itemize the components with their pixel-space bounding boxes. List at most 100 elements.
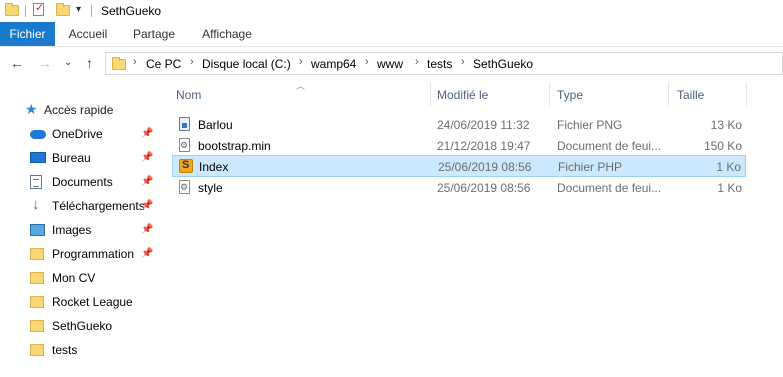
ribbon: Fichier Accueil Partage Affichage: [0, 22, 783, 47]
documents-icon: [30, 175, 42, 190]
pin-icon: 📌: [141, 200, 154, 211]
chevron-right-icon[interactable]: ›: [415, 56, 419, 68]
file-size: 150 Ko: [703, 139, 742, 153]
nav-item-tests[interactable]: tests: [26, 339, 156, 361]
folder-icon: [30, 344, 44, 356]
chevron-right-icon[interactable]: ›: [133, 56, 137, 68]
css-file-icon: [179, 138, 190, 152]
breadcrumb-sethgueko[interactable]: SethGueko: [473, 57, 533, 71]
nav-item-label: Bureau: [52, 151, 91, 165]
file-type: Document de feui...: [557, 139, 662, 153]
download-icon: ↓: [32, 196, 40, 213]
forward-arrow-icon[interactable]: →: [38, 55, 52, 71]
php-file-icon: [179, 159, 193, 173]
file-type: Fichier PHP: [558, 160, 623, 174]
folder-icon: [30, 272, 44, 284]
pin-icon: 📌: [141, 248, 154, 259]
properties-icon[interactable]: [33, 1, 44, 16]
file-modified: 25/06/2019 08:56: [437, 181, 531, 195]
breadcrumb-www[interactable]: www: [377, 57, 403, 71]
file-modified: 25/06/2019 08:56: [438, 160, 532, 174]
folder-icon: [5, 3, 19, 16]
pin-icon: 📌: [141, 152, 154, 163]
file-size: 1 Ko: [716, 160, 741, 174]
nav-item-rocket-league[interactable]: Rocket League: [26, 291, 156, 313]
file-type: Fichier PNG: [557, 118, 623, 132]
chevron-right-icon[interactable]: ›: [365, 56, 369, 68]
column-header-name[interactable]: Nom: [172, 82, 430, 106]
breadcrumb-wamp64[interactable]: wamp64: [311, 57, 356, 71]
css-file-icon: [179, 180, 190, 194]
folder-icon: [30, 248, 44, 260]
file-modified: 24/06/2019 11:32: [437, 118, 530, 132]
back-arrow-icon[interactable]: ←: [10, 55, 24, 71]
star-icon: ★: [25, 101, 38, 117]
nav-item-label: Rocket League: [52, 295, 133, 309]
file-row-bootstrap-min[interactable]: bootstrap.min 21/12/2018 19:47 Document …: [172, 135, 746, 156]
file-name: Index: [199, 160, 229, 174]
recent-chevron-icon[interactable]: ⌄: [64, 57, 72, 68]
tab-accueil[interactable]: Accueil: [58, 22, 118, 46]
chevron-down-icon[interactable]: ▾: [76, 4, 81, 15]
column-header-label: Modifié le: [437, 88, 489, 102]
nav-item-telechargements[interactable]: ↓ Téléchargements 📌: [26, 195, 156, 217]
nav-item-sethgueko[interactable]: SethGueko: [26, 315, 156, 337]
nav-item-programmation[interactable]: Programmation 📌: [26, 243, 156, 265]
new-folder-icon[interactable]: [56, 3, 70, 16]
nav-item-label: Programmation: [52, 247, 135, 261]
pin-icon: 📌: [141, 176, 154, 187]
folder-icon: [30, 320, 44, 332]
nav-item-label: tests: [52, 343, 78, 357]
onedrive-icon: [30, 128, 46, 139]
nav-item-documents[interactable]: Documents 📌: [26, 171, 156, 193]
divider: [25, 5, 26, 17]
breadcrumb-tests[interactable]: tests: [427, 57, 452, 71]
nav-item-label: SethGueko: [52, 319, 113, 333]
nav-item-images[interactable]: Images 📌: [26, 219, 156, 241]
address-bar[interactable]: › Ce PC › Disque local (C:) › wamp64 › w…: [105, 52, 783, 75]
nav-item-label: OneDrive: [52, 127, 103, 141]
pictures-icon: [30, 224, 45, 236]
up-arrow-icon[interactable]: ↑: [86, 55, 93, 71]
file-size: 13 Ko: [710, 118, 742, 132]
column-header-size[interactable]: Taille: [669, 82, 747, 106]
png-file-icon: [179, 117, 190, 131]
column-header-label: Nom: [176, 88, 202, 102]
file-name: style: [198, 181, 223, 195]
chevron-right-icon[interactable]: ›: [190, 56, 194, 68]
nav-item-label: Téléchargements: [52, 199, 145, 213]
title-bar: ▾ SethGueko: [0, 0, 783, 22]
column-header-type[interactable]: Type: [550, 82, 668, 106]
divider: [91, 5, 92, 17]
window-title: SethGueko: [101, 4, 162, 18]
file-size: 1 Ko: [717, 181, 742, 195]
file-name: bootstrap.min: [198, 139, 271, 153]
nav-item-onedrive[interactable]: OneDrive 📌: [26, 123, 156, 145]
column-header-label: Taille: [677, 88, 705, 102]
desktop-icon: [30, 152, 46, 163]
column-divider[interactable]: [746, 82, 747, 106]
breadcrumb-disque-local[interactable]: Disque local (C:): [202, 57, 291, 71]
tab-affichage[interactable]: Affichage: [192, 22, 262, 46]
nav-item-mon-cv[interactable]: Mon CV: [26, 267, 156, 289]
folder-icon: [112, 57, 126, 70]
file-type: Document de feui...: [557, 181, 662, 195]
file-row-barlou[interactable]: Barlou 24/06/2019 11:32 Fichier PNG 13 K…: [172, 114, 746, 135]
column-header-modified[interactable]: Modifié le: [431, 82, 549, 106]
file-row-index[interactable]: Index 25/06/2019 08:56 Fichier PHP 1 Ko: [172, 155, 746, 177]
quick-access-label[interactable]: Accès rapide: [44, 103, 113, 117]
nav-item-label: Mon CV: [52, 271, 96, 285]
tab-fichier[interactable]: Fichier: [0, 22, 55, 46]
breadcrumb-ce-pc[interactable]: Ce PC: [146, 57, 181, 71]
chevron-right-icon[interactable]: ›: [299, 56, 303, 68]
pin-icon: 📌: [141, 224, 154, 235]
nav-item-bureau[interactable]: Bureau 📌: [26, 147, 156, 169]
chevron-right-icon[interactable]: ›: [461, 56, 465, 68]
file-name: Barlou: [198, 118, 233, 132]
pin-icon: 📌: [141, 128, 154, 139]
tab-partage[interactable]: Partage: [124, 22, 184, 46]
nav-item-label: Images: [52, 223, 92, 237]
file-row-style[interactable]: style 25/06/2019 08:56 Document de feui.…: [172, 177, 746, 198]
column-header-label: Type: [557, 88, 584, 102]
file-modified: 21/12/2018 19:47: [437, 139, 531, 153]
